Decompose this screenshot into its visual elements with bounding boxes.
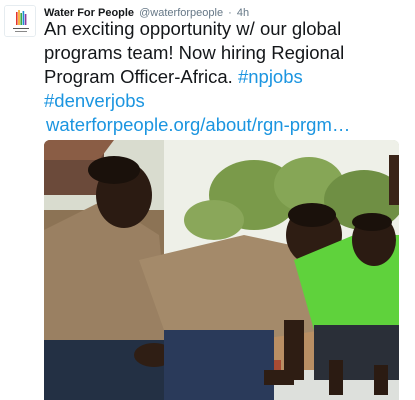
hashtag-denverjobs[interactable]: #denverjobs	[44, 90, 145, 111]
tweet-text-line-3: Program Officer-Africa. #npjobs	[44, 65, 404, 89]
author-avatar[interactable]	[4, 5, 36, 37]
tweet[interactable]: Water For People @waterforpeople · 4h An…	[0, 0, 415, 400]
media-right-gutter	[399, 140, 415, 400]
tweet-text-line-3-plain: Program Officer-Africa.	[44, 66, 238, 87]
tweet-text-line-1: An exciting opportunity w/ our global	[44, 18, 342, 39]
tweet-text-line-2: programs team! Now hiring Regional	[44, 42, 345, 63]
workers-photo-image	[44, 140, 399, 400]
tweet-text-line-4: #denverjobs	[44, 89, 404, 113]
water-for-people-logo-icon	[5, 6, 35, 36]
tweet-link[interactable]: waterforpeople.org/about/rgn-prgm…	[46, 114, 350, 135]
tweet-photo[interactable]	[44, 140, 399, 400]
tweet-text-line-5: waterforpeople.org/about/rgn-prgm…	[44, 113, 404, 137]
hashtag-npjobs[interactable]: #npjobs	[238, 66, 303, 87]
tweet-text: An exciting opportunity w/ our global pr…	[44, 17, 404, 137]
